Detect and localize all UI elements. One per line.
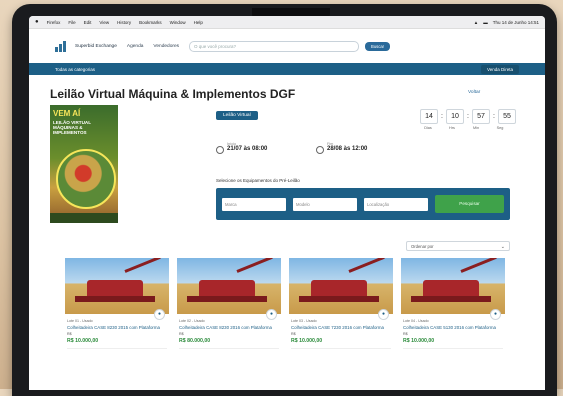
clock-icon [216, 146, 224, 154]
menu-item[interactable]: Edit [84, 20, 92, 25]
lot-grid: ● Lote 01 - Usado Colheitadeira CASE 823… [65, 258, 505, 374]
menu-item[interactable]: Bookmarks [139, 20, 162, 25]
menu-item[interactable]: Help [194, 20, 203, 25]
lot-name[interactable]: Colheitadeira CASE 8230 2015 com Platafo… [67, 325, 169, 330]
lot-number: Lote 03 - Usado [291, 319, 317, 323]
lot-card[interactable]: ● Lote 03 - Usado Colheitadeira CASE 723… [289, 258, 393, 374]
site-header: Superbid Exchange Agenda Vendedores O qu… [29, 29, 545, 63]
menubar-status: ▲ ▬ Thu 14 de Junho 14:51 [474, 20, 539, 25]
all-categories-link[interactable]: Todas as categorias [55, 67, 95, 72]
lot-name[interactable]: Colheitadeira CASE 7230 2016 com Platafo… [291, 325, 393, 330]
countdown-label: Seg [496, 126, 504, 130]
brand-filter[interactable]: Marca [222, 197, 286, 211]
lot-price: R$ 10.000,00 [403, 338, 435, 345]
lot-number: Lote 01 - Usado [67, 319, 93, 323]
page-title: Leilão Virtual Máquina & Implementos DGF [50, 87, 296, 101]
chevron-down-icon: ⌄ [500, 244, 505, 250]
filter-panel: Marca Modelo Localização Pesquisar [216, 188, 510, 220]
sort-select[interactable]: Ordenar por ⌄ [406, 241, 510, 251]
countdown-label: Dias [424, 126, 432, 130]
countdown-label: Hrs [449, 126, 455, 130]
lot-name[interactable]: Colheitadeira CASE 5130 2016 com Platafo… [403, 325, 505, 330]
favorite-icon[interactable]: ● [378, 309, 389, 320]
lot-name[interactable]: Colheitadeira CASE 8230 2016 com Platafo… [179, 325, 281, 330]
favorite-icon[interactable]: ● [154, 309, 165, 320]
end-date: Fim 28/08 às 12:00 [316, 142, 367, 154]
start-date: Início 21/07 às 08:00 [216, 142, 267, 154]
model-filter[interactable]: Modelo [293, 197, 357, 211]
lot-card[interactable]: ● Lote 01 - Usado Colheitadeira CASE 823… [65, 258, 169, 374]
lot-image [177, 258, 281, 314]
favorite-icon[interactable]: ● [490, 309, 501, 320]
countdown-hours: 10 [446, 109, 464, 124]
menubar-clock[interactable]: Thu 14 de Junho 14:51 [493, 20, 539, 25]
apple-icon[interactable]: ● [35, 19, 39, 25]
back-link[interactable]: Voltar [468, 90, 480, 95]
countdown-days: 14 [420, 109, 438, 124]
sort-value: Ordenar por [411, 244, 434, 249]
search-input[interactable]: O que você procura? [189, 40, 360, 52]
countdown-seconds: 55 [498, 109, 516, 124]
nav-link-agenda[interactable]: Agenda [127, 44, 144, 49]
lot-image [401, 258, 505, 314]
lot-currency: R$ [403, 332, 408, 337]
lot-price: R$ 10.000,00 [291, 338, 323, 345]
countdown-timer: 14 : 10 : 57 : 55 Dias Hrs Min Seg [420, 109, 516, 130]
lot-currency: R$ [67, 332, 72, 337]
logo-icon[interactable] [55, 40, 69, 52]
menu-item[interactable]: File [68, 20, 75, 25]
end-value: 28/08 às 12:00 [327, 146, 368, 152]
mac-menubar: ● Firefox File Edit View History Bookmar… [29, 16, 545, 29]
poster-headline: VEM AÍ [53, 109, 81, 118]
poster-image [56, 149, 116, 209]
wifi-icon[interactable]: ▲ [474, 20, 478, 25]
category-navbar: Todas as categorias Venda Direta [29, 63, 545, 75]
countdown-label: Min [472, 126, 480, 130]
direct-sale-link[interactable]: Venda Direta [480, 64, 519, 74]
laptop-bezel: ● Firefox File Edit View History Bookmar… [12, 4, 557, 396]
filter-caption: Selecione os Equipamentos do Pré-Leilão [216, 178, 300, 183]
lot-number: Lote 02 - Usado [179, 319, 205, 323]
logo-text[interactable]: Superbid Exchange [75, 44, 117, 49]
clock-icon [316, 146, 324, 154]
nav-link-vendedores[interactable]: Vendedores [153, 44, 179, 49]
poster-footer [50, 213, 118, 223]
lot-currency: R$ [291, 332, 296, 337]
countdown-minutes: 57 [472, 109, 490, 124]
search-button[interactable]: Buscar [365, 41, 391, 51]
menu-item[interactable]: History [117, 20, 131, 25]
menu-item[interactable]: Firefox [47, 20, 61, 25]
lot-price: R$ 10.000,00 [67, 338, 99, 345]
favorite-icon[interactable]: ● [266, 309, 277, 320]
search-filter-button[interactable]: Pesquisar [435, 195, 504, 213]
start-value: 21/07 às 08:00 [227, 146, 268, 152]
poster-subtitle: LEILÃO VIRTUAL MÁQUINAS & IMPLEMENTOS [53, 120, 91, 135]
lot-currency: R$ [179, 332, 184, 337]
lot-image [289, 258, 393, 314]
lot-price: R$ 80.000,00 [179, 338, 211, 345]
location-filter[interactable]: Localização [364, 197, 428, 211]
lot-card[interactable]: ● Lote 04 - Usado Colheitadeira CASE 513… [401, 258, 505, 374]
event-poster[interactable]: VEM AÍ LEILÃO VIRTUAL MÁQUINAS & IMPLEME… [50, 105, 118, 223]
lot-number: Lote 04 - Usado [403, 319, 429, 323]
lot-card[interactable]: ● Lote 02 - Usado Colheitadeira CASE 823… [177, 258, 281, 374]
battery-icon[interactable]: ▬ [483, 20, 488, 25]
menu-item[interactable]: Window [170, 20, 186, 25]
menu-item[interactable]: View [99, 20, 109, 25]
lot-image [65, 258, 169, 314]
event-type-badge: Leilão Virtual [216, 111, 258, 120]
